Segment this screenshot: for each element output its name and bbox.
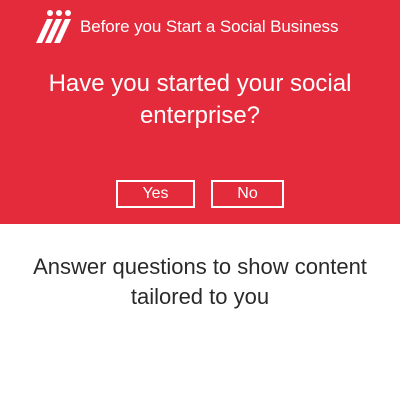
question-text: Have you started your social enterprise? bbox=[48, 70, 352, 129]
answer-buttons: Yes No bbox=[116, 180, 284, 208]
question-banner: Before you Start a Social Business Have … bbox=[0, 0, 400, 224]
tagline-text: Answer questions to show content tailore… bbox=[33, 254, 367, 309]
yes-button[interactable]: Yes bbox=[116, 180, 195, 208]
brand-logo-icon bbox=[36, 10, 71, 43]
no-button[interactable]: No bbox=[211, 180, 284, 208]
site-title: Before you Start a Social Business bbox=[80, 17, 339, 36]
brand-header: Before you Start a Social Business bbox=[32, 9, 338, 45]
